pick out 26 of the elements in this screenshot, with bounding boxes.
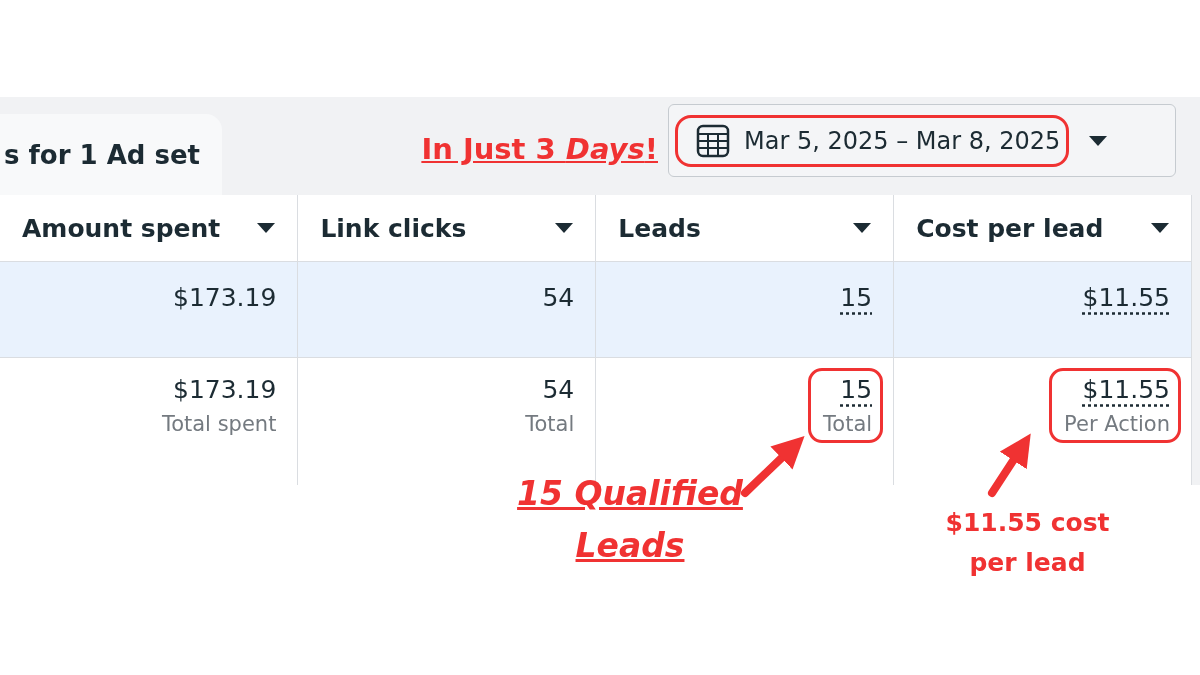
cell-caption: Total spent [161, 412, 277, 436]
cell-caption: Per Action [1064, 412, 1170, 436]
annotation-text: $11.55 cost per lead [944, 507, 1111, 579]
cell-value: $11.55 [1082, 375, 1170, 404]
tab[interactable]: s for 1 Ad set [0, 114, 223, 195]
cell-value: 54 [542, 375, 575, 404]
cell-value: $11.55 [1082, 283, 1170, 312]
caret-icon [1089, 135, 1108, 146]
caret-icon[interactable] [257, 223, 276, 233]
cell-value: $173.19 [173, 283, 277, 312]
cell-value: 54 [542, 283, 575, 312]
caret-icon[interactable] [555, 223, 574, 233]
caret-icon[interactable] [853, 223, 872, 233]
cell-value: $173.19 [173, 375, 277, 404]
column-header[interactable]: Leads [618, 213, 701, 243]
cell-value: 15 [840, 283, 873, 312]
calendar-icon [696, 123, 730, 158]
annotation-text: 15 Qualified Leads [516, 473, 744, 567]
cell-value: 15 [840, 375, 873, 404]
column-header[interactable]: Amount spent [22, 213, 221, 243]
date-range-button[interactable]: Mar 5, 2025 – Mar 8, 2025 [668, 104, 1176, 177]
caret-icon[interactable] [1151, 223, 1169, 233]
date-range-text: Mar 5, 2025 – Mar 8, 2025 [744, 126, 1061, 155]
headline: In Just 3 Days! [421, 132, 658, 166]
cell-caption: Total [525, 412, 575, 436]
cell-caption: Total [823, 412, 873, 436]
